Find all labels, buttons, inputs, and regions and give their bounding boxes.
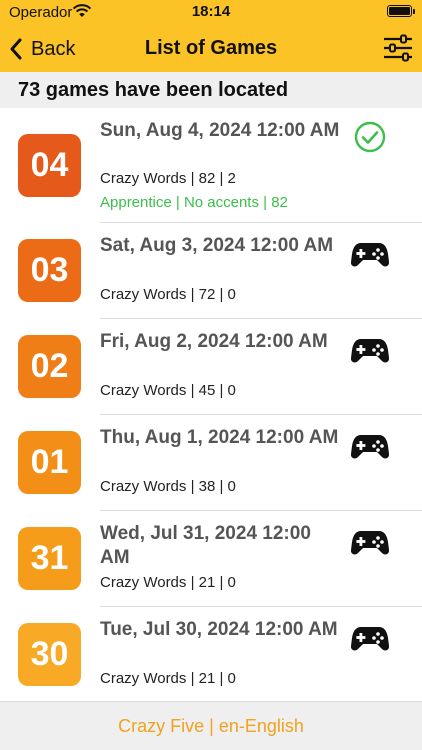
list-item[interactable]: 31 Wed, Jul 31, 2024 12:00 AM Crazy Word… xyxy=(0,511,422,607)
page-title: List of Games xyxy=(144,37,278,59)
game-details: Crazy Words | 21 | 0 xyxy=(100,574,236,591)
list-item[interactable]: 01 Thu, Aug 1, 2024 12:00 AM Crazy Words… xyxy=(0,415,422,511)
navigation-bar: Back List of Games xyxy=(0,30,422,68)
gamepad-icon xyxy=(350,627,390,651)
day-badge: 30 xyxy=(18,623,81,686)
list-item[interactable]: 03 Sat, Aug 3, 2024 12:00 AM Crazy Words… xyxy=(0,223,422,319)
list-item[interactable]: 02 Fri, Aug 2, 2024 12:00 AM Crazy Words… xyxy=(0,319,422,415)
battery-tip xyxy=(413,9,415,14)
clock: 18:14 xyxy=(191,3,231,20)
game-date: Sat, Aug 3, 2024 12:00 AM xyxy=(100,235,334,256)
status-bar: Operador 18:14 xyxy=(0,0,422,26)
results-count: 73 games have been located xyxy=(18,79,289,101)
game-date: Wed, Jul 31, 2024 12:00 AM xyxy=(100,523,311,568)
game-date: Tue, Jul 30, 2024 12:00 AM xyxy=(100,619,338,640)
game-details: Crazy Words | 72 | 0 xyxy=(100,286,236,303)
day-badge: 03 xyxy=(18,239,81,302)
results-summary: 73 games have been located xyxy=(0,72,422,108)
gamepad-icon xyxy=(350,531,390,555)
list-item[interactable]: 04 Sun, Aug 4, 2024 12:00 AM Crazy Words… xyxy=(0,108,422,223)
game-details: Crazy Words | 45 | 0 xyxy=(100,382,236,399)
battery-icon xyxy=(387,5,412,17)
header-bar: Operador 18:14 Back List of Games xyxy=(0,0,422,72)
check-circle-icon xyxy=(354,121,386,153)
day-badge: 04 xyxy=(18,134,81,197)
list-item[interactable]: 30 Tue, Jul 30, 2024 12:00 AM Crazy Word… xyxy=(0,607,422,700)
day-badge: 31 xyxy=(18,527,81,590)
footer-bar: Crazy Five | en-English xyxy=(0,701,422,750)
gamepad-icon xyxy=(350,339,390,363)
game-date: Fri, Aug 2, 2024 12:00 AM xyxy=(100,331,328,352)
game-date: Thu, Aug 1, 2024 12:00 AM xyxy=(100,427,339,448)
game-details: Crazy Words | 21 | 0 xyxy=(100,670,236,687)
gamepad-icon xyxy=(350,435,390,459)
gamepad-icon xyxy=(350,243,390,267)
game-date: Sun, Aug 4, 2024 12:00 AM xyxy=(100,120,340,141)
game-settings: Apprentice | No accents | 82 xyxy=(100,194,288,211)
footer-label: Crazy Five | en-English xyxy=(118,716,304,736)
day-badge: 02 xyxy=(18,335,81,398)
sliders-icon[interactable] xyxy=(382,32,414,64)
day-badge: 01 xyxy=(18,431,81,494)
games-list: 04 Sun, Aug 4, 2024 12:00 AM Crazy Words… xyxy=(0,108,422,700)
game-details: Crazy Words | 38 | 0 xyxy=(100,478,236,495)
game-details: Crazy Words | 82 | 2 xyxy=(100,170,236,187)
